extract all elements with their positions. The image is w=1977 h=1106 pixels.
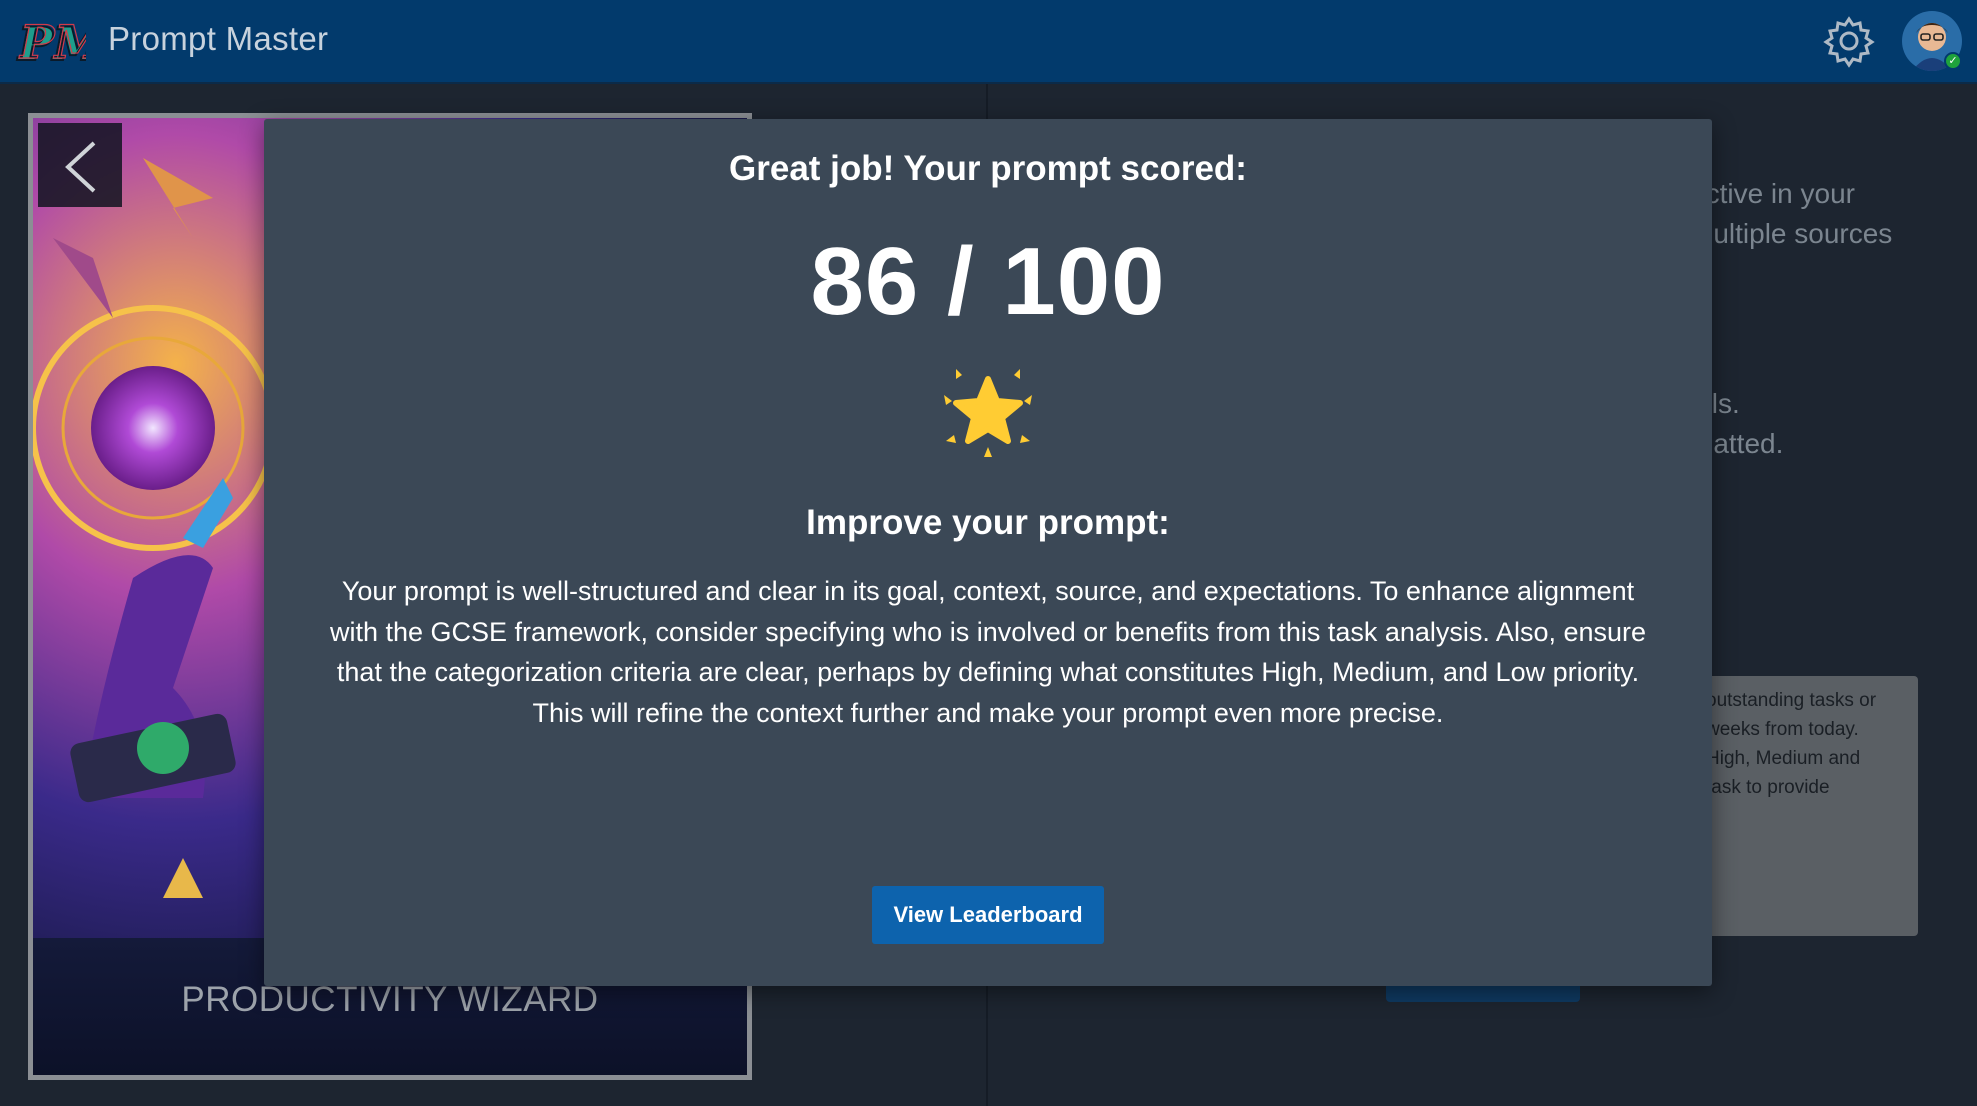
background-text-line: multiple sources xyxy=(1690,218,1893,249)
app-title: Prompt Master xyxy=(108,20,329,57)
feedback-text: Your prompt is well-structured and clear… xyxy=(329,576,1647,728)
view-leaderboard-button[interactable]: View Leaderboard xyxy=(872,886,1104,944)
score-heading: Great job! Your prompt scored: xyxy=(729,149,1247,188)
prompt-preview-line: weeks from today. xyxy=(1706,719,1859,740)
svg-text:PM: PM xyxy=(18,15,86,69)
score-modal: Great job! Your prompt scored: 86 / 100 … xyxy=(264,119,1712,986)
app-logo[interactable]: PM PM xyxy=(14,6,86,78)
card-title: PRODUCTIVITY WIZARD xyxy=(181,980,599,1019)
top-bar: PM PM Prompt Master ✓ xyxy=(0,0,1977,84)
score-value: 86 / 100 xyxy=(810,228,1166,335)
back-button[interactable] xyxy=(38,123,122,207)
chevron-left-icon xyxy=(65,141,96,193)
improve-heading: Improve your prompt: xyxy=(806,503,1170,542)
check-icon: ✓ xyxy=(1944,52,1962,70)
prompt-preview-line: High, Medium and xyxy=(1706,748,1861,769)
glowing-star-icon xyxy=(944,369,1032,457)
background-text-line: uctive in your xyxy=(1690,178,1855,209)
prompt-preview-box xyxy=(1700,676,1918,936)
prompt-preview-line: outstanding tasks or xyxy=(1706,690,1877,711)
prompt-preview-line: task to provide xyxy=(1706,777,1830,798)
gear-icon[interactable] xyxy=(1822,14,1876,68)
